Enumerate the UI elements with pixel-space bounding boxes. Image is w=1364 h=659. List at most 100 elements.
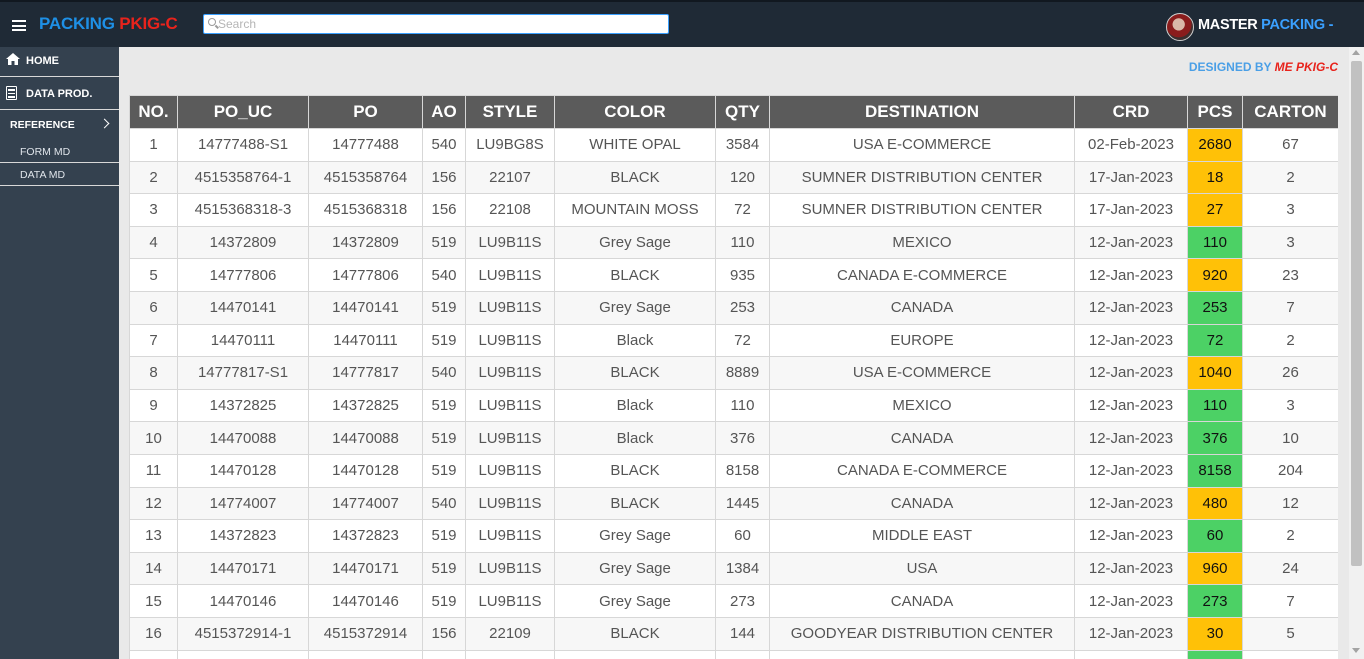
table-row[interactable]: 8 14777817-S1 14777817 540 LU9B11S BLACK 8889 U… [129,356,1338,390]
cell-crd: 12-Jan-2023 [1074,421,1188,455]
cell-qty: 60 [715,519,770,553]
cell-color: Black [554,421,716,455]
cell-style: LU9B11S [465,388,555,423]
search-input[interactable] [218,16,658,32]
brand-secondary: PKIG-C [119,14,178,33]
column-header-crd[interactable]: CRD [1074,95,1188,129]
cell-carton: 5 [1242,616,1338,651]
cell-carton: 3 [1242,225,1338,260]
sidebar-item-reference[interactable]: REFERENCE [0,110,119,140]
table-row[interactable]: 14 14470171 14470171 519 LU9B11S Grey Sage 138… [129,551,1338,586]
table-row[interactable]: 15 14470146 14470146 519 LU9B11S Grey Sage 273… [129,584,1338,618]
cell-style: LU9B11S [465,323,555,358]
cell-crd: 12-Jan-2023 [1074,453,1188,488]
cell-carton: 24 [1242,551,1338,586]
cell-qty: 110 [715,388,770,423]
cell-no: 15 [129,584,178,618]
table-row[interactable]: 6 14470141 14470141 519 LU9B11S Grey Sage 253 C… [129,290,1338,325]
menu-icon[interactable] [12,20,26,31]
column-header-pcs[interactable]: PCS [1187,95,1243,129]
cell-ao: 519 [422,519,466,553]
cell-no: 2 [129,160,178,195]
table-row[interactable]: 7 14470111 14470111 519 LU9B11S Black 72 EUROPE… [129,323,1338,358]
brand-title[interactable]: PACKING PKIG-C [39,14,178,34]
cell-pcs: 960 [1187,551,1243,586]
cell-destination: SUMNER DISTRIBUTION CENTER [769,160,1075,195]
cell-po: 14372823 [308,519,423,553]
cell-carton: 26 [1242,356,1338,390]
scrollbar[interactable] [1349,47,1364,659]
table-row[interactable]: 9 14372825 14372825 519 LU9B11S Black 110 MEXIC… [129,388,1338,423]
chevron-right-icon [99,118,110,129]
cell-crd: 17-Jan-2023 [1074,160,1188,195]
cell-po-uc: 14777817-S1 [177,356,309,390]
cell-pcs: 110 [1187,388,1243,423]
table-row[interactable]: 16 4515372914-1 4515372914 156 22109 BLACK 144… [129,616,1338,651]
cell-crd: 12-Jan-2023 [1074,323,1188,358]
sidebar: HOME DATA PROD. REFERENCE FORM MD DATA M… [0,47,119,659]
table-row[interactable]: 12 14774007 14774007 540 LU9B11S BLACK 1445 CAN… [129,486,1338,521]
search-box[interactable] [203,14,669,34]
table-row[interactable]: 3 4515368318-3 4515368318 156 22108 MOUNTAIN … [129,193,1338,227]
cell-carton: 3 [1242,388,1338,423]
cell-style: LU9B11S [465,421,555,455]
scrollbar-thumb[interactable] [1351,61,1362,566]
cell-ao: 519 [422,584,466,618]
cell-qty [715,649,770,659]
column-header-carton[interactable]: CARTON [1242,95,1338,129]
cell-po-uc: 14470141 [177,290,309,325]
scroll-down-icon[interactable] [1352,648,1360,653]
table-row[interactable]: 10 14470088 14470088 519 LU9B11S Black 376 CANA… [129,421,1338,455]
table-row[interactable]: 5 14777806 14777806 540 LU9B11S BLACK 935 CANAD… [129,258,1338,292]
sidebar-item-label: DATA PROD. [26,88,93,100]
column-header-ao[interactable]: AO [422,95,466,129]
cell-pcs [1187,649,1243,659]
cell-qty: 1445 [715,486,770,521]
table-row[interactable] [129,649,1338,659]
column-header-destination[interactable]: DESTINATION [769,95,1075,129]
cell-crd: 12-Jan-2023 [1074,388,1188,423]
cell-carton: 7 [1242,584,1338,618]
cell-crd: 12-Jan-2023 [1074,551,1188,586]
cell-carton: 12 [1242,486,1338,521]
cell-ao: 519 [422,453,466,488]
cell-style: LU9B11S [465,584,555,618]
column-header-qty[interactable]: QTY [715,95,770,129]
cell-po-uc: 14774007 [177,486,309,521]
cell-pcs: 110 [1187,225,1243,260]
cell-ao: 540 [422,128,466,162]
avatar[interactable] [1166,13,1194,41]
sidebar-item-data-prod[interactable]: DATA PROD. [0,77,119,110]
user-menu[interactable]: MASTER PACKING - [1198,17,1333,33]
cell-crd: 12-Jan-2023 [1074,486,1188,521]
cell-ao: 156 [422,616,466,651]
scroll-up-icon[interactable] [1352,50,1360,55]
column-header-po-uc[interactable]: PO_UC [177,95,309,129]
column-header-po[interactable]: PO [308,95,423,129]
cell-ao: 519 [422,421,466,455]
cell-color: Black [554,323,716,358]
cell-carton: 23 [1242,258,1338,292]
sidebar-subitem-form-md[interactable]: FORM MD [0,140,119,163]
cell-color: WHITE OPAL [554,128,716,162]
cell-qty: 273 [715,584,770,618]
table-row[interactable]: 11 14470128 14470128 519 LU9B11S BLACK 8158 CAN… [129,453,1338,488]
table-row[interactable]: 2 4515358764-1 4515358764 156 22107 BLACK 120 S… [129,160,1338,195]
column-header-color[interactable]: COLOR [554,95,716,129]
column-header-no[interactable]: NO. [129,95,178,129]
cell-no: 13 [129,519,178,553]
table-row[interactable]: 4 14372809 14372809 519 LU9B11S Grey Sage 110 M… [129,225,1338,260]
cell-pcs: 72 [1187,323,1243,358]
sidebar-subitem-data-md[interactable]: DATA MD [0,163,119,186]
cell-po: 14777488 [308,128,423,162]
table-row[interactable]: 13 14372823 14372823 519 LU9B11S Grey Sage 60 M… [129,519,1338,553]
cell-pcs: 253 [1187,290,1243,325]
cell-destination: USA [769,551,1075,586]
column-header-style[interactable]: STYLE [465,95,555,129]
packing-table-container[interactable]: NO. PO_UC PO AO STYLE COLOR QTY DESTINAT… [129,95,1338,659]
sidebar-item-home[interactable]: HOME [0,47,119,77]
cell-no: 9 [129,388,178,423]
cell-crd: 12-Jan-2023 [1074,225,1188,260]
table-row[interactable]: 1 14777488-S1 14777488 540 LU9BG8S WHITE OPAL… [129,128,1338,162]
cell-carton [1242,649,1338,659]
